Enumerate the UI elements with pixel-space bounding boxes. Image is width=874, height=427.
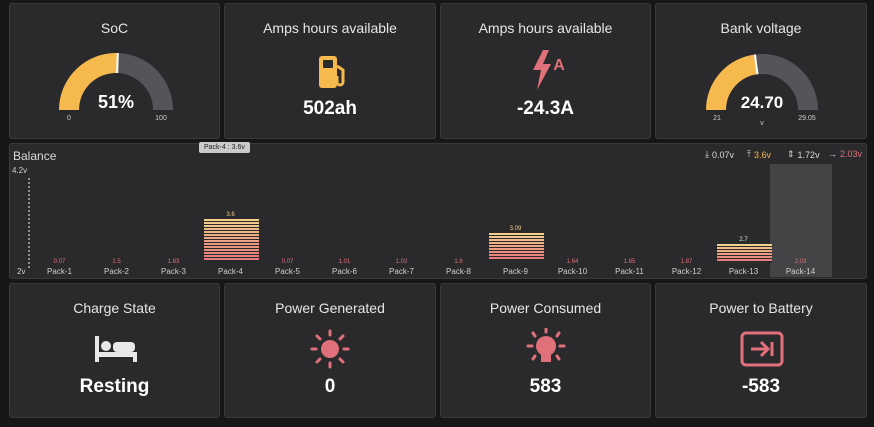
charge-state-value: Resting	[79, 376, 150, 397]
balance-panel: Balance ⤓ 0.07v ⤒ 3.6v ⇕ 1.72v → 2.03v 4…	[9, 143, 867, 279]
bar-value-label: 1.87	[680, 259, 693, 265]
current-panel: Amps hours available A -24.3A	[440, 3, 651, 139]
voltage-unit: v	[760, 120, 764, 127]
pack-label: Pack-14	[785, 267, 816, 276]
bar-value-label: 3.6	[226, 212, 235, 219]
balance-bar[interactable]	[717, 243, 772, 263]
bar-tooltip: Pack-4 : 3.6v	[199, 142, 250, 153]
bar-value-label: 1.5	[112, 259, 121, 265]
balance-bar[interactable]	[204, 219, 259, 263]
pack-label: Pack-13	[728, 267, 759, 276]
sun-icon	[310, 329, 350, 369]
stat-last: → 2.03v	[828, 149, 863, 159]
power-generated-title: Power Generated	[275, 300, 385, 316]
power-to-battery-title: Power to Battery	[709, 300, 813, 316]
lightning-amp-icon: A	[533, 50, 565, 90]
charge-state-panel: Charge State Resting	[9, 283, 220, 418]
amp-hours-title: Amps hours available	[263, 20, 397, 36]
bar-value-label: 1.64	[566, 259, 579, 265]
current-title: Amps hours available	[478, 20, 613, 36]
pack-label: Pack-5	[275, 267, 300, 276]
pack-label: Pack-6	[332, 267, 357, 276]
balance-title: Balance	[13, 149, 57, 163]
fuel-pump-icon	[319, 56, 345, 88]
power-consumed-panel: Power Consumed 583	[440, 283, 651, 418]
svg-text:A: A	[553, 57, 565, 74]
power-to-battery-value: -583	[741, 376, 781, 397]
arrow-right-icon: →	[828, 149, 837, 159]
power-to-battery-panel: Power to Battery -583	[655, 283, 867, 418]
soc-value: 51%	[98, 92, 134, 112]
soc-gauge: 51% 0 100	[59, 52, 173, 122]
bed-icon	[95, 336, 137, 362]
power-generated-value: 0	[324, 376, 336, 397]
y-axis	[28, 178, 30, 268]
bar-value-label: 2.7	[739, 236, 748, 243]
bar-value-label: 1.01	[338, 259, 351, 265]
bar-value-label: 0.07	[281, 259, 294, 265]
arrow-up-to-line-icon: ⤒	[747, 149, 751, 159]
bar-value-label: 1.83	[167, 259, 180, 265]
pack-label: Pack-7	[389, 267, 414, 276]
bar-value-label: 2.03	[794, 259, 807, 265]
soc-min: 0	[67, 115, 71, 122]
arrow-down-to-line-icon: ⤓	[705, 149, 709, 159]
pack-label: Pack-3	[161, 267, 186, 276]
pack-label: Pack-11	[615, 267, 644, 276]
balance-bar[interactable]	[489, 233, 544, 263]
spread-icon: ⇕	[787, 149, 795, 159]
bar-value-label: 0.07	[53, 259, 66, 265]
voltage-gauge: 24.70 v 21 29.05	[706, 54, 818, 127]
sign-in-icon	[740, 331, 784, 367]
soc-max: 100	[155, 115, 167, 122]
bar-value-label: 1.02	[395, 259, 408, 265]
pack-label: Pack-9	[503, 267, 528, 276]
voltage-value: 24.70	[741, 93, 784, 112]
axis-min-label: 2v	[17, 267, 26, 276]
power-consumed-value: 583	[529, 376, 562, 397]
bar-value-label: 3.09	[509, 226, 522, 233]
voltage-min: 21	[713, 115, 721, 122]
current-value: -24.3A	[516, 98, 575, 119]
power-generated-panel: Power Generated 0	[224, 283, 436, 418]
pack-label: Pack-12	[671, 267, 702, 276]
pack-label: Pack-1	[47, 267, 72, 276]
bar-value-label: 1.85	[623, 259, 636, 265]
pack-label: Pack-10	[557, 267, 588, 276]
power-consumed-title: Power Consumed	[489, 300, 602, 316]
axis-max-label: 4.2v	[12, 166, 28, 175]
charge-state-title: Charge State	[73, 300, 156, 316]
bar-value-label: 1.8	[454, 259, 463, 265]
stat-spread: ⇕ 1.72v	[787, 149, 820, 160]
soc-panel: SoC 51% 0 100	[9, 3, 220, 139]
bulb-icon	[526, 328, 566, 362]
pack-label: Pack-4	[218, 267, 243, 276]
stat-min: ⤓ 0.07v	[705, 149, 735, 160]
voltage-max: 29.05	[798, 115, 816, 122]
bank-voltage-panel: Bank voltage 24.70 v 21 29.05	[655, 3, 867, 139]
pack-label: Pack-2	[104, 267, 129, 276]
amp-hours-value: 502ah	[303, 98, 357, 119]
amp-hours-panel: Amps hours available 502ah	[224, 3, 436, 139]
stat-max: ⤒ 3.6v	[747, 149, 771, 160]
pack-label: Pack-8	[446, 267, 471, 276]
